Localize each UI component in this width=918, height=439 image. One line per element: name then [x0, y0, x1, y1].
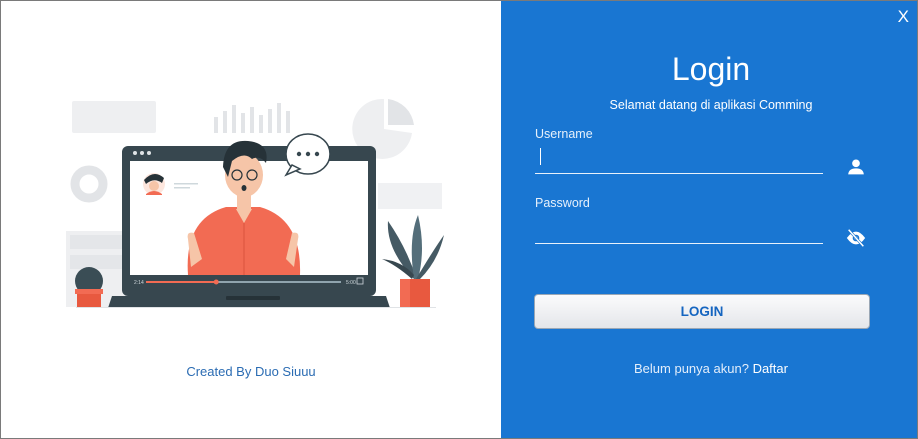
- decor-stripe-icon: [70, 255, 122, 269]
- speech-bubble-icon: [284, 133, 331, 177]
- decor-bar-icon: [378, 183, 442, 209]
- video-time-left: 2:14: [134, 280, 144, 286]
- video-time-right: 5:00: [346, 280, 356, 286]
- username-label: Username: [535, 127, 593, 141]
- credit-text: Created By Duo Siuuu: [186, 364, 316, 379]
- signup-prompt-text: Belum punya akun?: [634, 361, 749, 376]
- login-button[interactable]: LOGIN: [534, 294, 870, 329]
- login-subtitle: Selamat datang di aplikasi Comming: [609, 98, 813, 112]
- decor-stripe-icon: [70, 235, 122, 249]
- illustration-panel: 2:14 5:00 Created By Duo Siuuu: [1, 1, 501, 438]
- video-call-illustration: 2:14 5:00: [66, 98, 444, 308]
- donut-decor-icon: [70, 165, 108, 203]
- video-progress-fill: [146, 281, 217, 283]
- login-window: 2:14 5:00 Created By Duo Siuuu X Login S…: [0, 0, 918, 439]
- cactus-plant-icon: [75, 267, 103, 307]
- potted-plant-icon: [382, 215, 444, 308]
- close-button[interactable]: X: [898, 7, 909, 27]
- login-panel: X Login Selamat datang di aplikasi Commi…: [501, 1, 917, 438]
- floor-line: [76, 307, 436, 308]
- video-progress-knob: [213, 279, 219, 285]
- password-input[interactable]: [535, 218, 823, 244]
- password-label: Password: [535, 196, 590, 210]
- decor-card-icon: [72, 101, 156, 133]
- login-title: Login: [671, 51, 751, 87]
- user-icon[interactable]: [845, 156, 867, 178]
- username-input[interactable]: [535, 148, 823, 174]
- signup-link[interactable]: Daftar: [753, 361, 788, 376]
- eye-off-icon[interactable]: [845, 227, 867, 249]
- bar-chart-decor-icon: [214, 103, 290, 133]
- signup-prompt: Belum punya akun? Daftar: [501, 361, 917, 376]
- text-caret: [540, 148, 541, 165]
